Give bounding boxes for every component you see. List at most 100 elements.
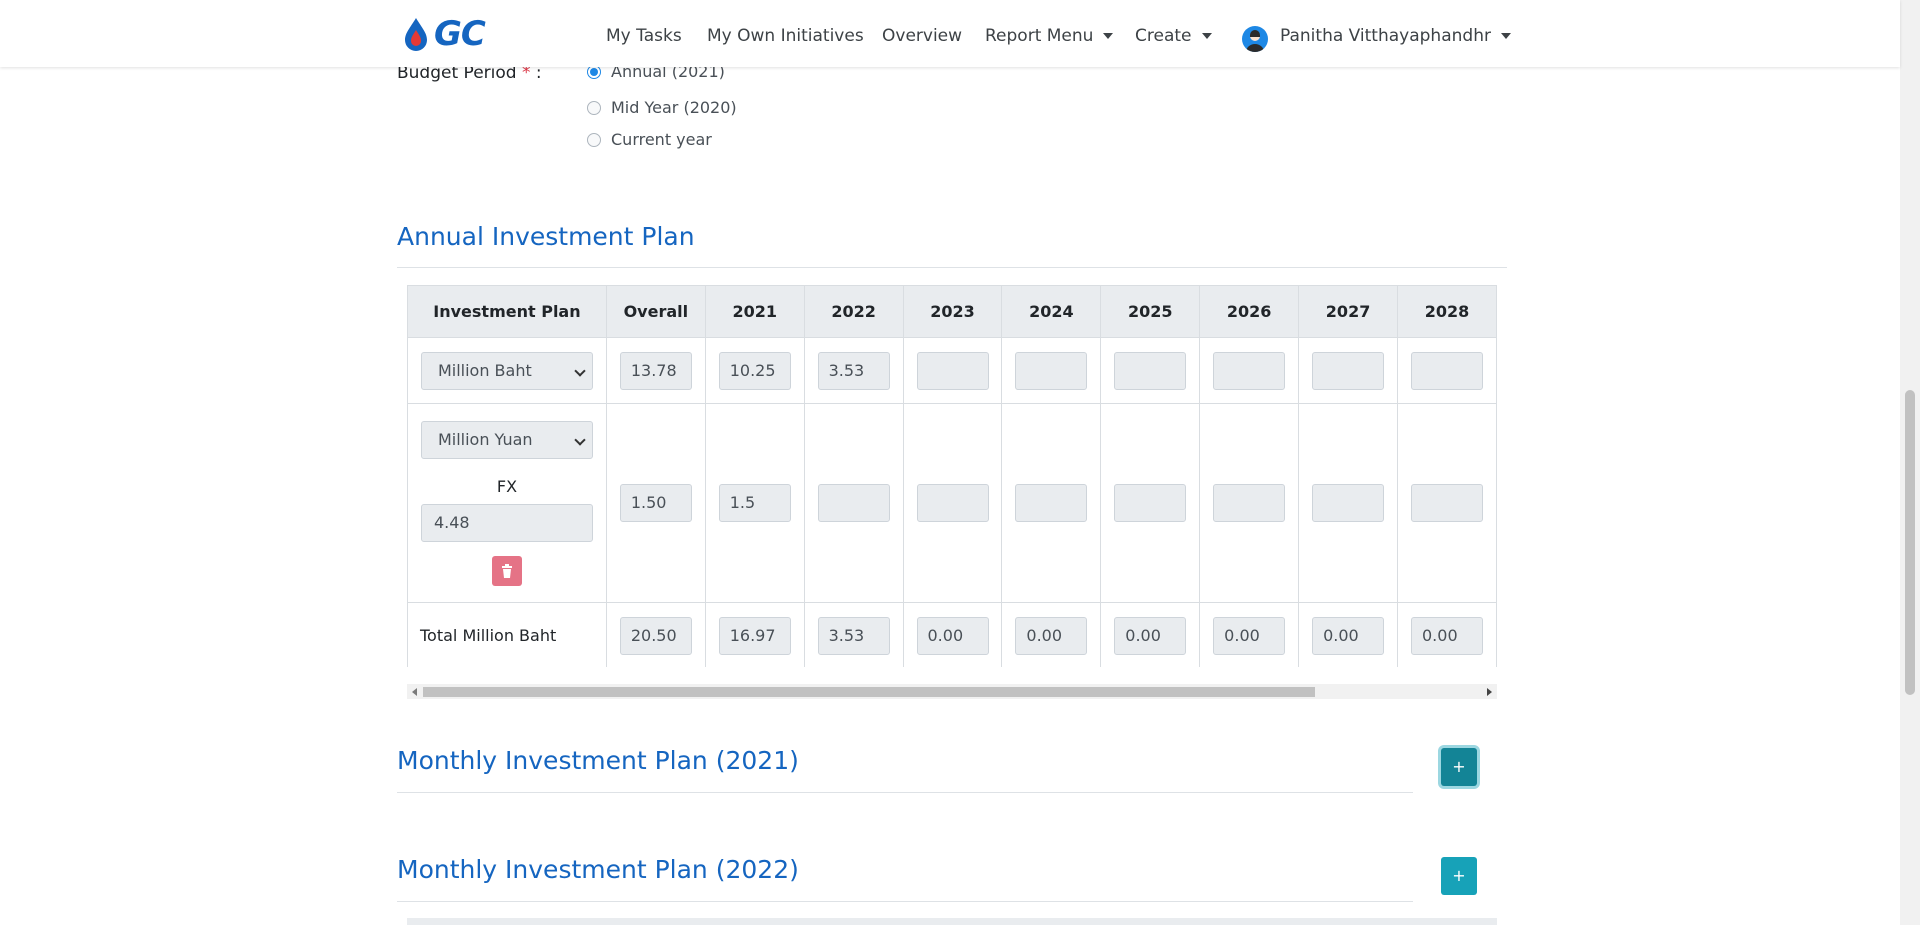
value-cell — [1397, 403, 1497, 603]
value-cell: 1.50 — [605, 403, 706, 603]
currency-select-yuan[interactable]: Million Yuan — [420, 420, 593, 459]
yuan-2026-input[interactable] — [1213, 484, 1286, 522]
value-cell — [1298, 403, 1399, 603]
baht-2021-input[interactable]: 10.25 — [718, 351, 791, 390]
yuan-2022-input[interactable] — [817, 484, 890, 522]
currency-select-baht[interactable]: Million Baht — [420, 351, 593, 390]
user-avatar[interactable] — [1242, 26, 1268, 52]
user-icon — [1246, 30, 1264, 52]
table-row-yuan: Million Yuan FX 4.48 1.50 1.5 — [407, 403, 1497, 603]
value-cell — [1001, 403, 1102, 603]
value-cell: 13.78 — [605, 337, 706, 404]
yuan-2025-input[interactable] — [1114, 484, 1187, 522]
radio-mid-year-button[interactable] — [587, 100, 601, 115]
value-cell — [1199, 337, 1300, 404]
value-cell — [902, 337, 1003, 404]
top-navbar: GC My Tasks My Own Initiatives Overview … — [0, 0, 1900, 67]
total-overall: 20.50 — [619, 616, 692, 655]
col-header: 2025 — [1100, 285, 1201, 338]
col-header: 2023 — [902, 285, 1003, 338]
total-2024: 0.00 — [1015, 616, 1088, 655]
yuan-2024-input[interactable] — [1015, 484, 1088, 522]
value-cell: 0.00 — [902, 602, 1003, 667]
total-2026: 0.00 — [1213, 616, 1286, 655]
page-scrollbar-thumb[interactable] — [1905, 390, 1915, 695]
value-cell — [1001, 337, 1102, 404]
value-cell: 0.00 — [1100, 602, 1201, 667]
annual-plan-divider — [397, 267, 1507, 268]
total-2028: 0.00 — [1411, 616, 1483, 655]
monthly-2022-title: Monthly Investment Plan (2022) — [397, 855, 799, 884]
total-2023: 0.00 — [916, 616, 989, 655]
delete-row-button[interactable] — [491, 555, 522, 586]
nav-report-menu[interactable]: Report Menu — [985, 26, 1113, 46]
yuan-2028-input[interactable] — [1411, 484, 1483, 522]
page-vertical-scrollbar[interactable] — [1900, 0, 1920, 925]
col-header: 2024 — [1001, 285, 1102, 338]
table-header-row: Investment Plan Overall 2021 2022 2023 2… — [407, 285, 1497, 338]
value-cell — [1100, 403, 1201, 603]
chevron-down-icon — [574, 364, 586, 377]
fx-input[interactable]: 4.48 — [420, 503, 593, 542]
baht-2028-input[interactable] — [1411, 351, 1483, 390]
value-cell: 3.53 — [803, 602, 904, 667]
annual-plan-title: Annual Investment Plan — [397, 222, 695, 251]
baht-2027-input[interactable] — [1312, 351, 1385, 390]
col-header: 2027 — [1298, 285, 1399, 338]
annual-plan-table: Investment Plan Overall 2021 2022 2023 2… — [407, 285, 1497, 667]
nav-my-tasks[interactable]: My Tasks — [606, 26, 682, 46]
value-cell — [1298, 337, 1399, 404]
col-header: 2021 — [704, 285, 805, 338]
total-label: Total Million Baht — [407, 602, 607, 667]
nav-report-menu-label: Report Menu — [985, 26, 1094, 46]
user-menu[interactable]: Panitha Vitthayaphandhr — [1280, 26, 1511, 46]
radio-current-year[interactable]: Current year — [587, 130, 712, 149]
value-cell: 0.00 — [1397, 602, 1497, 667]
value-cell — [1199, 403, 1300, 603]
baht-2023-input[interactable] — [916, 351, 989, 390]
total-2022: 3.53 — [817, 616, 890, 655]
currency-select-yuan-value: Million Yuan — [437, 429, 533, 449]
nav-my-own-initiatives[interactable]: My Own Initiatives — [707, 26, 864, 46]
value-cell: 1.5 — [704, 403, 805, 603]
value-cell: 3.53 — [803, 337, 904, 404]
baht-2026-input[interactable] — [1213, 351, 1286, 390]
radio-mid-year-label: Mid Year (2020) — [611, 98, 737, 117]
expand-monthly-2021-button[interactable]: + — [1441, 748, 1477, 786]
yuan-2021-input[interactable]: 1.5 — [718, 484, 791, 522]
yuan-2023-input[interactable] — [916, 484, 989, 522]
value-cell — [902, 403, 1003, 603]
yuan-2027-input[interactable] — [1312, 484, 1385, 522]
nav-overview[interactable]: Overview — [882, 26, 962, 46]
currency-select-baht-value: Million Baht — [437, 360, 532, 380]
table-horizontal-scrollbar[interactable] — [407, 684, 1497, 699]
gc-logo[interactable]: GC — [402, 14, 486, 54]
value-cell: 0.00 — [1001, 602, 1102, 667]
logo-text: GC — [434, 14, 486, 54]
scroll-left-arrow-icon[interactable] — [412, 688, 417, 696]
total-2025: 0.00 — [1114, 616, 1187, 655]
col-header: 2026 — [1199, 285, 1300, 338]
baht-overall-input[interactable]: 13.78 — [619, 351, 692, 390]
scroll-right-arrow-icon[interactable] — [1487, 688, 1492, 696]
trash-icon — [501, 563, 512, 578]
flame-drop-icon — [405, 18, 427, 51]
col-header: 2028 — [1397, 285, 1497, 338]
nav-create[interactable]: Create — [1135, 26, 1212, 46]
monthly-2022-divider — [397, 901, 1413, 902]
radio-current-year-button[interactable] — [587, 132, 601, 147]
baht-2025-input[interactable] — [1114, 351, 1187, 390]
radio-mid-year[interactable]: Mid Year (2020) — [587, 98, 737, 117]
table-row-total: Total Million Baht 20.50 16.97 3.53 0.00… — [407, 602, 1497, 667]
value-cell — [803, 403, 904, 603]
total-2021: 16.97 — [718, 616, 791, 655]
expand-monthly-2022-button[interactable]: + — [1441, 857, 1477, 895]
scrollbar-thumb[interactable] — [423, 687, 1315, 697]
yuan-overall-input[interactable]: 1.50 — [619, 484, 692, 522]
baht-2022-input[interactable]: 3.53 — [817, 351, 890, 390]
baht-2024-input[interactable] — [1015, 351, 1088, 390]
fx-label: FX — [496, 476, 518, 496]
total-2027: 0.00 — [1312, 616, 1385, 655]
currency-cell: Million Baht — [407, 337, 607, 404]
annual-plan-table-wrap[interactable]: Investment Plan Overall 2021 2022 2023 2… — [407, 285, 1497, 667]
